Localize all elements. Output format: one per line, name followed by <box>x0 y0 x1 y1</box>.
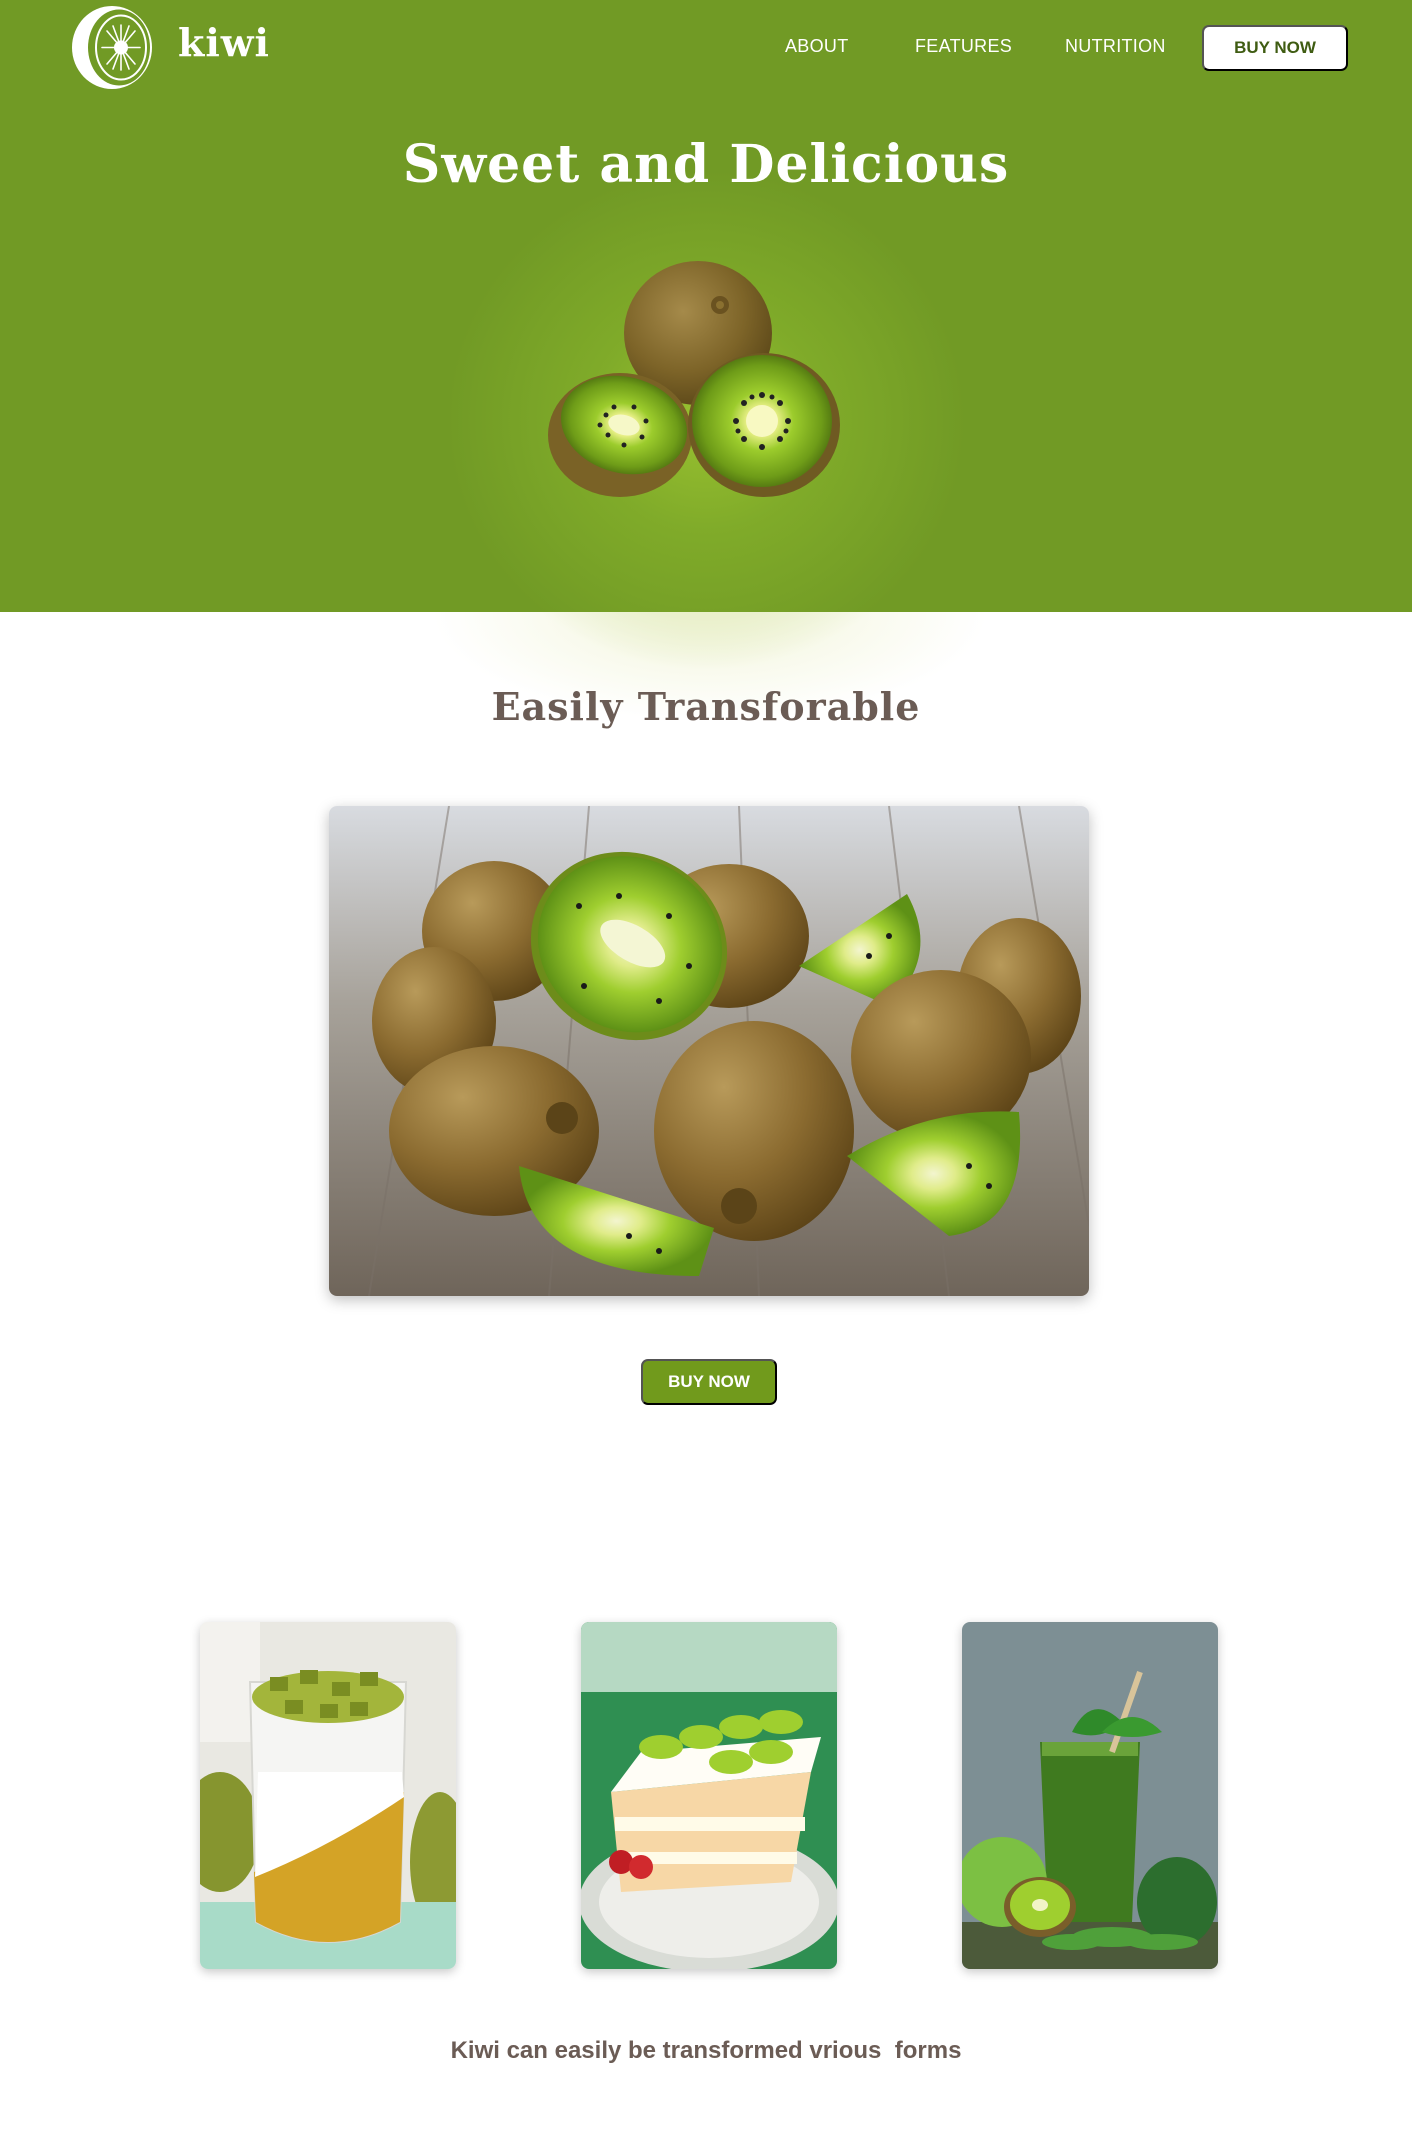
buy-now-button[interactable]: BUY NOW <box>641 1359 777 1405</box>
gallery-card-parfait[interactable] <box>200 1622 456 1969</box>
gallery-card-cake[interactable] <box>581 1622 837 1969</box>
hero-kiwi-image <box>548 261 840 497</box>
hero-section: kiwi ABOUT FEATURES NUTRITION BUY NOW Sw… <box>0 0 1412 680</box>
gallery-caption: Kiwi can easily be transformed vrious fo… <box>450 2037 962 2064</box>
gallery-card-smoothie[interactable] <box>962 1622 1218 1969</box>
section-title: Easily Transforable <box>491 684 921 729</box>
nav-link-about[interactable]: ABOUT <box>785 36 849 57</box>
hero-title: Sweet and Delicious <box>402 134 1010 195</box>
kiwi-logo-icon[interactable] <box>71 5 153 90</box>
nav-link-features[interactable]: FEATURES <box>915 36 1012 57</box>
nav-link-nutrition[interactable]: NUTRITION <box>1065 36 1166 57</box>
brand-name[interactable]: kiwi <box>178 20 270 65</box>
kiwi-table-photo <box>329 806 1089 1296</box>
header-buy-now-button[interactable]: BUY NOW <box>1202 25 1348 71</box>
